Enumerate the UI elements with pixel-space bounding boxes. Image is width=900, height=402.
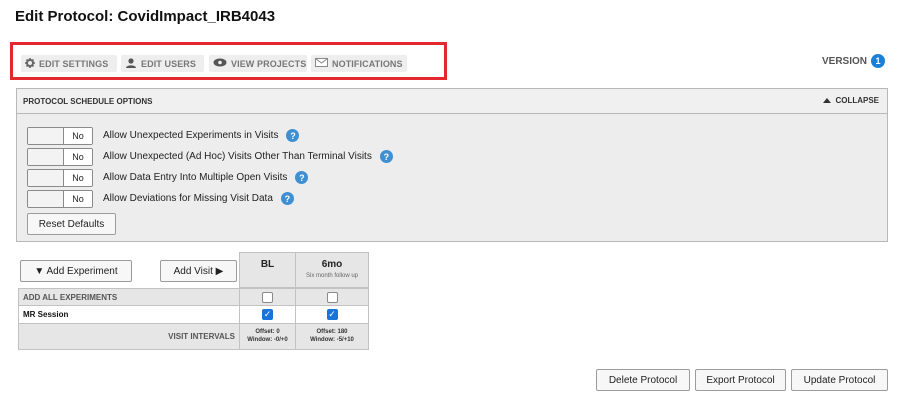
- delete-protocol-button[interactable]: Delete Protocol: [596, 369, 690, 391]
- interval-window: Window: -5/+10: [310, 336, 354, 343]
- page-title: Edit Protocol: CovidImpact_IRB4043: [15, 8, 276, 25]
- option-label: Allow Deviations for Missing Visit Data: [103, 193, 273, 204]
- eye-icon: [213, 58, 227, 69]
- add-all-cell-6mo: [295, 288, 369, 306]
- experiment-checkbox-6mo[interactable]: ✓: [326, 309, 338, 320]
- experiment-cell-bl: ✓: [239, 305, 296, 324]
- visit-intervals-label: VISIT INTERVALS: [18, 323, 240, 350]
- visit-interval-6mo: Offset: 180 Window: -5/+10: [295, 323, 369, 350]
- add-all-experiments-label: ADD ALL EXPERIMENTS: [18, 288, 240, 306]
- option-row-multiple-open-visits: No Allow Data Entry Into Multiple Open V…: [27, 168, 309, 187]
- interval-window: Window: -0/+0: [247, 336, 288, 343]
- toggle-yes-slot[interactable]: [28, 127, 64, 144]
- visit-abbr: BL: [260, 259, 275, 270]
- version-badge[interactable]: 1: [871, 54, 886, 68]
- interval-offset: Offset: 180: [316, 329, 348, 335]
- help-icon[interactable]: ?: [295, 171, 309, 184]
- version-indicator: VERSION 1: [822, 54, 886, 68]
- option-label: Allow Data Entry Into Multiple Open Visi…: [103, 172, 288, 183]
- add-all-checkbox-6mo[interactable]: [326, 291, 338, 303]
- visit-interval-bl: Offset: 0 Window: -0/+0: [239, 323, 296, 350]
- option-row-ad-hoc-visits: No Allow Unexpected (Ad Hoc) Visits Othe…: [27, 147, 393, 166]
- protocol-schedule-options-panel: PROTOCOL SCHEDULE OPTIONS COLLAPSE No Al…: [16, 88, 888, 242]
- option-toggle[interactable]: No: [27, 168, 93, 187]
- add-all-cell-bl: [239, 288, 296, 306]
- tab-edit-users-label: EDIT USERS: [141, 58, 197, 69]
- tab-edit-users[interactable]: EDIT USERS: [121, 55, 204, 72]
- visit-header-6mo[interactable]: 6mo Six month follow up: [295, 252, 369, 288]
- option-toggle[interactable]: No: [27, 147, 93, 166]
- tab-view-projects[interactable]: VIEW PROJECTS: [209, 55, 307, 72]
- add-experiment-button[interactable]: ▼ Add Experiment: [20, 260, 132, 282]
- triangle-up-icon: [823, 98, 832, 103]
- experiment-cell-6mo: ✓: [295, 305, 369, 324]
- option-toggle[interactable]: No: [27, 126, 93, 145]
- collapse-label: COLLAPSE: [835, 96, 879, 105]
- tab-edit-settings[interactable]: EDIT SETTINGS: [21, 55, 117, 72]
- option-label: Allow Unexpected (Ad Hoc) Visits Other T…: [103, 151, 372, 162]
- tab-view-projects-label: VIEW PROJECTS: [231, 58, 307, 69]
- tab-notifications-label: NOTIFICATIONS: [332, 58, 403, 69]
- add-visit-button[interactable]: Add Visit ▶: [160, 260, 237, 282]
- panel-header: PROTOCOL SCHEDULE OPTIONS COLLAPSE: [17, 89, 887, 114]
- option-row-unexpected-experiments: No Allow Unexpected Experiments in Visit…: [27, 126, 300, 145]
- visit-description: Six month follow up: [305, 273, 359, 279]
- toggle-yes-slot[interactable]: [28, 148, 64, 165]
- protocol-tabbar: EDIT SETTINGS EDIT USERS VIEW PROJECTS N…: [10, 42, 447, 80]
- user-icon: [125, 57, 137, 70]
- interval-offset: Offset: 0: [255, 329, 280, 335]
- help-icon[interactable]: ?: [286, 129, 300, 142]
- toggle-no-value[interactable]: No: [64, 169, 92, 186]
- add-all-checkbox-bl[interactable]: [262, 291, 273, 303]
- tab-edit-settings-label: EDIT SETTINGS: [39, 58, 109, 69]
- envelope-icon: [315, 58, 328, 69]
- reset-defaults-button[interactable]: Reset Defaults: [27, 213, 116, 235]
- visit-header-bl[interactable]: BL: [239, 252, 296, 288]
- experiment-checkbox-bl[interactable]: ✓: [262, 309, 273, 320]
- visit-abbr: 6mo: [321, 259, 343, 270]
- toggle-no-value[interactable]: No: [64, 148, 92, 165]
- toggle-no-value[interactable]: No: [64, 127, 92, 144]
- option-label: Allow Unexpected Experiments in Visits: [103, 130, 279, 141]
- help-icon[interactable]: ?: [379, 150, 393, 163]
- toggle-no-value[interactable]: No: [64, 190, 92, 207]
- experiment-row-label: MR Session: [18, 305, 240, 324]
- gear-icon: [25, 57, 35, 70]
- export-protocol-button[interactable]: Export Protocol: [695, 369, 786, 391]
- panel-title: PROTOCOL SCHEDULE OPTIONS: [23, 97, 153, 106]
- update-protocol-button[interactable]: Update Protocol: [791, 369, 888, 391]
- tab-notifications[interactable]: NOTIFICATIONS: [311, 55, 407, 72]
- collapse-toggle[interactable]: COLLAPSE: [823, 96, 879, 105]
- help-icon[interactable]: ?: [280, 192, 294, 205]
- version-label: VERSION: [822, 55, 868, 67]
- toggle-yes-slot[interactable]: [28, 169, 64, 186]
- option-toggle[interactable]: No: [27, 189, 93, 208]
- toggle-yes-slot[interactable]: [28, 190, 64, 207]
- option-row-missing-visit-data: No Allow Deviations for Missing Visit Da…: [27, 189, 294, 208]
